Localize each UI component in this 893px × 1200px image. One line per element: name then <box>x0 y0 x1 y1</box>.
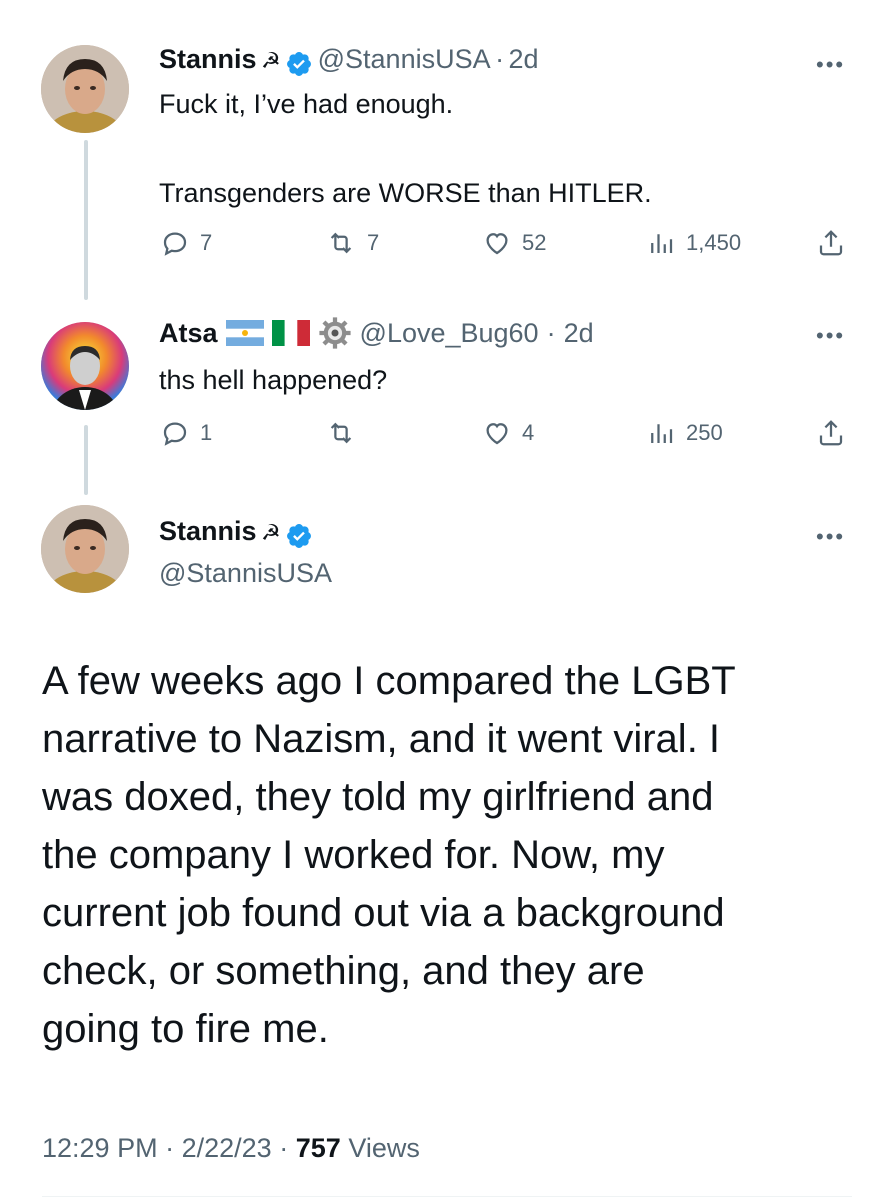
text-line: was doxed, they told my girlfriend and <box>42 775 714 819</box>
tweet2-header: Atsa @Love_Bug60 · 2d <box>159 316 594 350</box>
tweet1-text-line2: Transgenders are WORSE than HITLER. <box>159 178 652 208</box>
separator: · <box>279 1133 289 1163</box>
main-tweet-text: A few weeks ago I compared the LGBT narr… <box>42 652 872 1058</box>
views-bar-icon <box>651 234 673 253</box>
views-count: 757 <box>295 1133 341 1163</box>
reply-icon <box>163 422 187 446</box>
retweet-icon <box>330 232 352 254</box>
tweet-date[interactable]: 2/22/23 <box>182 1133 272 1163</box>
reply-count: 7 <box>200 230 213 255</box>
views-button[interactable]: 1,450 <box>646 228 741 258</box>
separator: · <box>165 1133 175 1163</box>
text-line: current job found out via a background <box>42 891 725 935</box>
tweet2-text: ths hell happened? <box>159 365 388 395</box>
handle[interactable]: @StannisUSA <box>318 44 491 74</box>
retweet-count: 7 <box>367 230 380 255</box>
handle[interactable]: @Love_Bug60 <box>360 318 539 349</box>
retweet-button[interactable] <box>325 418 367 448</box>
timestamp[interactable]: 2d <box>509 44 539 74</box>
views-count: 250 <box>686 420 723 445</box>
heart-icon <box>486 423 508 445</box>
like-count: 52 <box>522 230 547 255</box>
name-emoji: ☭ <box>260 48 281 73</box>
more-options-icon[interactable]: ••• <box>816 52 845 78</box>
like-button[interactable]: 4 <box>482 418 534 448</box>
text-line: narrative to Nazism, and it went viral. … <box>42 717 721 761</box>
views-bar-icon <box>651 424 673 443</box>
display-name[interactable]: Stannis <box>159 44 257 74</box>
share-icon <box>819 230 843 256</box>
more-options-icon[interactable]: ••• <box>816 323 845 349</box>
display-name[interactable]: Stannis <box>159 516 257 546</box>
argentina-flag-icon <box>225 320 264 346</box>
separator: · <box>546 317 556 348</box>
main-tweet-name-row: Stannis ☭ <box>159 516 313 550</box>
text-line: check, or something, and they are <box>42 949 645 993</box>
share-button[interactable] <box>816 418 846 448</box>
views-count: 1,450 <box>686 230 742 255</box>
tweet1-text-line1: Fuck it, I’ve had enough. <box>159 89 454 119</box>
text-line: A few weeks ago I compared the LGBT <box>42 659 736 703</box>
timestamp[interactable]: 2d <box>564 318 594 349</box>
views-button[interactable]: 250 <box>646 418 723 448</box>
reply-count: 1 <box>200 420 213 445</box>
tweet1-header: Stannis ☭ @StannisUSA · 2d <box>159 44 539 78</box>
gear-icon <box>318 317 351 349</box>
reply-button[interactable]: 7 <box>160 228 212 258</box>
handle[interactable]: @StannisUSA <box>159 558 332 589</box>
avatar-stannis[interactable] <box>41 505 129 593</box>
retweet-icon <box>330 422 352 444</box>
text-line: going to fire me. <box>42 1007 329 1051</box>
reply-button[interactable]: 1 <box>160 418 212 448</box>
verified-badge-icon <box>287 51 312 76</box>
name-emoji: ☭ <box>260 520 281 545</box>
like-button[interactable]: 52 <box>482 228 546 258</box>
tweet-meta: 12:29 PM · 2/22/23 · 757 Views <box>42 1133 420 1164</box>
avatar-stannis[interactable] <box>41 45 129 133</box>
share-button[interactable] <box>816 228 846 258</box>
heart-icon <box>486 233 508 255</box>
separator: · <box>495 44 505 74</box>
like-count: 4 <box>522 420 535 445</box>
thread-line-2 <box>84 425 88 495</box>
italy-flag-icon <box>271 320 310 346</box>
tweet-time[interactable]: 12:29 PM <box>42 1133 158 1163</box>
verified-badge-icon <box>287 523 312 548</box>
more-options-icon[interactable]: ••• <box>816 524 845 550</box>
avatar-atsa[interactable] <box>41 322 129 410</box>
share-icon <box>819 420 843 446</box>
retweet-button[interactable]: 7 <box>325 228 379 258</box>
thread-line-1 <box>84 140 88 300</box>
reply-icon <box>163 232 187 256</box>
divider <box>42 1196 852 1197</box>
views-label: Views <box>348 1133 420 1163</box>
display-name[interactable]: Atsa <box>159 318 218 349</box>
text-line: the company I worked for. Now, my <box>42 833 665 877</box>
